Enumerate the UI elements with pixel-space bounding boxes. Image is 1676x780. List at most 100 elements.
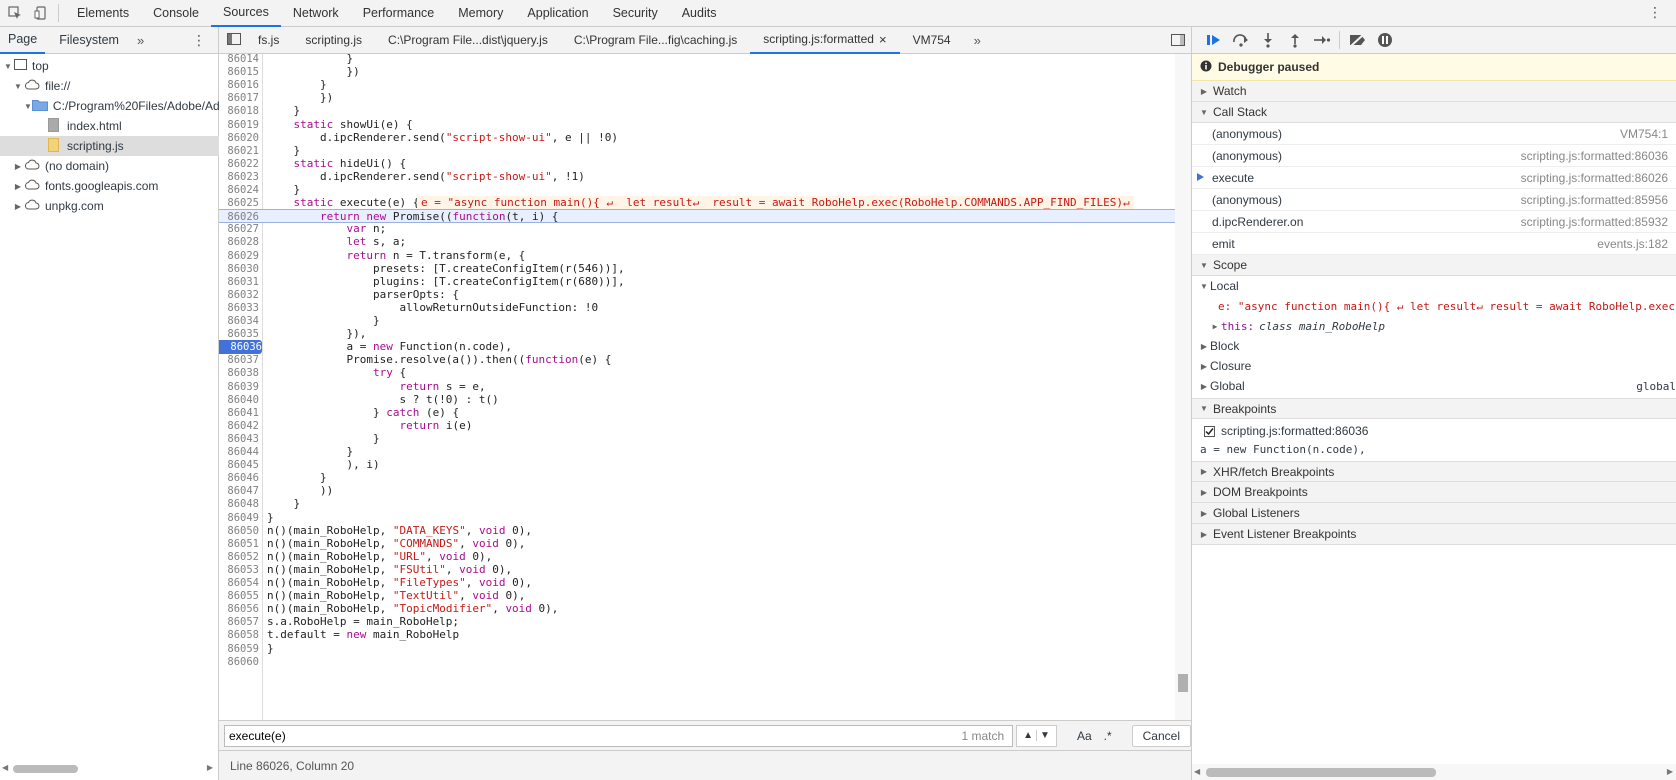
line-number[interactable]: 86048 [219, 497, 259, 511]
debugger-horizontal-scrollbar[interactable]: ◀ ▶ [1192, 764, 1676, 780]
code-line[interactable]: 86032 parserOpts: { [219, 288, 1175, 302]
navigator-horizontal-scrollbar[interactable]: ◀ ▶ [0, 763, 219, 775]
line-number[interactable]: 86054 [219, 576, 259, 590]
xhr-breakpoints-section-header[interactable]: ▶ XHR/fetch Breakpoints [1192, 461, 1676, 482]
breakpoint-checkbox[interactable] [1204, 425, 1215, 437]
line-number[interactable]: 86043 [219, 432, 259, 446]
code-line[interactable]: 86049} [219, 511, 1175, 525]
more-options-icon[interactable]: ⋮ [1648, 4, 1662, 21]
code-line[interactable]: 86019 static showUi(e) { [219, 118, 1175, 132]
previous-match-icon[interactable]: ▲ [1020, 730, 1036, 741]
code-line[interactable]: 86041 } catch (e) { [219, 406, 1175, 420]
more-tabs-icon[interactable]: » [137, 33, 144, 48]
code-line[interactable]: 86021 } [219, 144, 1175, 158]
tree-item-fonts-googleapis[interactable]: ▶ fonts.googleapis.com [0, 176, 219, 196]
line-number[interactable]: 86050 [219, 524, 259, 538]
line-number[interactable]: 86017 [219, 91, 259, 105]
scrollbar-thumb[interactable] [1206, 768, 1436, 777]
code-line[interactable]: 86060 [219, 655, 1175, 669]
code-line[interactable]: 86036 a = new Function(n.code), [219, 340, 1175, 355]
step-out-icon[interactable] [1281, 29, 1308, 51]
pause-on-exceptions-icon[interactable] [1371, 29, 1398, 51]
inspect-element-icon[interactable] [4, 2, 26, 24]
tree-item-index-html[interactable]: index.html [0, 116, 219, 136]
code-line[interactable]: 86039 return s = e, [219, 380, 1175, 394]
code-line[interactable]: 86023 d.ipcRenderer.send("script-show-ui… [219, 170, 1175, 184]
frame-location[interactable]: VM754:1 [1620, 127, 1668, 141]
editor-vertical-scrollbar[interactable]: ▼ [1175, 54, 1191, 729]
expanded-triangle-icon[interactable]: ▼ [12, 82, 24, 91]
code-line[interactable]: 86057 s.a.RoboHelp = main_RoboHelp; [219, 615, 1175, 629]
toggle-navigator-icon[interactable] [227, 32, 241, 48]
line-number[interactable]: 86025 [219, 196, 259, 210]
tree-item-folder[interactable]: ▼ C:/Program%20Files/Adobe/Ad [0, 96, 219, 116]
code-line[interactable]: 86042 return i(e) [219, 419, 1175, 433]
code-line[interactable]: 86043 } [219, 432, 1175, 446]
tab-security[interactable]: Security [601, 0, 670, 27]
call-frame[interactable]: (anonymous) VM754:1 [1192, 123, 1676, 145]
line-number[interactable]: 86044 [219, 445, 259, 459]
line-number[interactable]: 86038 [219, 366, 259, 380]
file-tab-scripting-formatted[interactable]: scripting.js:formatted × [750, 27, 900, 54]
scroll-left-icon[interactable]: ◀ [1194, 767, 1200, 776]
search-field[interactable]: 1 match [224, 724, 1014, 747]
code-line[interactable]: 86051 n()(main_RoboHelp, "COMMANDS", void… [219, 537, 1175, 551]
code-line[interactable]: 86022 static hideUi() { [219, 157, 1175, 171]
line-number[interactable]: 86058 [219, 628, 259, 642]
code-line[interactable]: 86030 presets: [T.createConfigItem(r(546… [219, 262, 1175, 276]
code-line[interactable]: 86047 )) [219, 484, 1175, 498]
breakpoints-section-header[interactable]: ▼ Breakpoints [1192, 398, 1676, 419]
current-execution-line[interactable]: 86026 return new Promise((function(t, i)… [219, 209, 1175, 224]
line-number[interactable]: 86019 [219, 118, 259, 132]
line-number[interactable]: 86060 [219, 655, 259, 669]
code-line[interactable]: 86046 } [219, 471, 1175, 485]
line-number[interactable]: 86045 [219, 458, 259, 472]
deactivate-breakpoints-icon[interactable] [1344, 29, 1371, 51]
frame-location[interactable]: scripting.js:formatted:85932 [1521, 215, 1668, 229]
line-number[interactable]: 86040 [219, 393, 259, 407]
file-tab-caching-js[interactable]: C:\Program File...fig\caching.js [561, 27, 750, 54]
tab-page[interactable]: Page [0, 27, 46, 54]
call-frame[interactable]: d.ipcRenderer.on scripting.js:formatted:… [1192, 211, 1676, 233]
call-frame-selected[interactable]: execute scripting.js:formatted:86026 [1192, 167, 1676, 189]
scope-variable-this[interactable]: ▶ this: class main_RoboHelp [1192, 316, 1676, 336]
scope-section-header[interactable]: ▼ Scope [1192, 255, 1676, 276]
call-frame[interactable]: (anonymous) scripting.js:formatted:85956 [1192, 189, 1676, 211]
scope-global[interactable]: ▶ Global global [1192, 376, 1676, 396]
line-number[interactable]: 86015 [219, 65, 259, 79]
scroll-left-icon[interactable]: ◀ [2, 763, 8, 772]
line-number[interactable]: 86020 [219, 131, 259, 145]
tab-sources[interactable]: Sources [210, 0, 281, 27]
code-line[interactable]: 86052 n()(main_RoboHelp, "URL", void 0), [219, 550, 1175, 564]
scope-local[interactable]: ▼ Local [1192, 276, 1676, 296]
tab-audits[interactable]: Audits [670, 0, 729, 27]
tab-filesystem[interactable]: Filesystem [51, 27, 127, 54]
scroll-right-icon[interactable]: ▶ [1667, 767, 1673, 776]
tree-item-unpkg[interactable]: ▶ unpkg.com [0, 196, 219, 216]
tab-console[interactable]: Console [141, 0, 211, 27]
breakpoint-item[interactable]: scripting.js:formatted:86036 [1192, 421, 1676, 441]
match-case-button[interactable]: Aa [1071, 725, 1098, 747]
scope-closure[interactable]: ▶ Closure [1192, 356, 1676, 376]
line-number[interactable]: 86049 [219, 511, 259, 525]
code-line[interactable]: 86031 plugins: [T.createConfigItem(r(680… [219, 275, 1175, 289]
code-line[interactable]: 86020 d.ipcRenderer.send("script-show-ui… [219, 131, 1175, 145]
tab-network[interactable]: Network [281, 0, 351, 27]
line-number[interactable]: 86023 [219, 170, 259, 184]
tree-item-scripting-js[interactable]: scripting.js [0, 136, 219, 156]
expanded-triangle-icon[interactable]: ▼ [24, 102, 32, 111]
line-number[interactable]: 86039 [219, 380, 259, 394]
tree-item-no-domain[interactable]: ▶ (no domain) [0, 156, 219, 176]
tab-memory[interactable]: Memory [446, 0, 515, 27]
collapsed-triangle-icon[interactable]: ▶ [1209, 322, 1221, 331]
scrollbar-thumb[interactable] [13, 765, 78, 773]
code-line[interactable]: 86058 t.default = new main_RoboHelp [219, 628, 1175, 642]
frame-location[interactable]: scripting.js:formatted:86036 [1521, 149, 1668, 163]
code-line[interactable]: 86028 let s, a; [219, 235, 1175, 249]
line-number[interactable]: 86057 [219, 615, 259, 629]
code-line[interactable]: 86033 allowReturnOutsideFunction: !0 [219, 301, 1175, 315]
step-icon[interactable] [1308, 29, 1335, 51]
tab-application[interactable]: Application [515, 0, 600, 27]
close-tab-icon[interactable]: × [879, 32, 887, 47]
file-tab-jquery-js[interactable]: C:\Program File...dist\jquery.js [375, 27, 561, 54]
